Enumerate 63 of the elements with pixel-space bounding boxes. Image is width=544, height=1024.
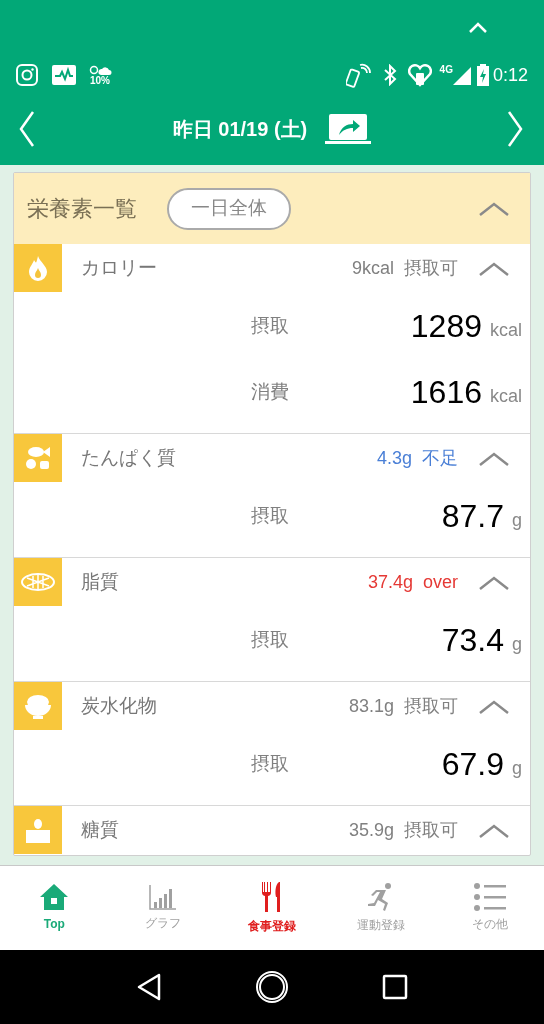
precipitation-text: 10% — [90, 76, 110, 86]
amount-value: 67.9 — [441, 745, 504, 784]
nutrient-status: 35.9g 摂取可 — [348, 819, 458, 842]
back-icon[interactable] — [136, 973, 163, 1001]
signal-icon — [452, 65, 471, 85]
bar-chart-icon — [149, 884, 178, 910]
home-icon — [39, 883, 70, 911]
recents-icon[interactable] — [381, 974, 408, 1000]
nutrient-status: 9kcal 摂取可 — [351, 257, 458, 280]
network-type-text: 4G — [439, 63, 453, 77]
amount-label: 摂取 — [251, 627, 289, 652]
home-circle-icon[interactable] — [255, 970, 289, 1004]
phone-nfc-icon — [345, 62, 372, 88]
nutrient-status: 83.1g 摂取可 — [348, 695, 458, 718]
nutrient-status: 37.4g over — [367, 571, 458, 594]
amount-unit: kcal — [490, 318, 522, 342]
nutrient-name: 糖質 — [81, 818, 119, 843]
fork-knife-icon — [261, 881, 283, 913]
nav-tab[interactable]: 食事登録 — [217, 866, 327, 950]
amount-label: 摂取 — [251, 751, 289, 776]
nav-tab[interactable]: Top — [0, 866, 109, 950]
weather-icon — [88, 64, 112, 76]
collapse-chevron-icon[interactable] — [478, 698, 510, 715]
nutrient-name: カロリー — [81, 256, 157, 281]
panel-title: 栄養素一覧 — [27, 195, 137, 223]
scope-button[interactable]: 一日全体 — [167, 187, 291, 230]
collapse-chevron-icon[interactable] — [478, 574, 510, 591]
amount-label: 消費 — [251, 379, 289, 404]
collapse-chevron-icon[interactable] — [478, 822, 510, 839]
list-icon — [473, 883, 506, 911]
amount-label: 摂取 — [251, 313, 289, 338]
food-icon — [23, 444, 53, 472]
amount-unit: g — [512, 632, 522, 656]
nutrient-name: 炭水化物 — [81, 694, 157, 719]
activity-icon — [52, 65, 76, 85]
share-laptop-icon[interactable] — [325, 113, 372, 145]
collapse-chevron-icon[interactable] — [478, 260, 510, 277]
nutrient-name: たんぱく質 — [81, 446, 176, 471]
rice-bowl-icon — [23, 693, 53, 719]
date-title: 昨日 01/19 (土) — [172, 117, 308, 142]
collapse-chevron-icon[interactable] — [478, 200, 510, 217]
nav-tab[interactable]: その他 — [435, 866, 544, 950]
amount-value: 73.4 — [441, 621, 504, 660]
battery-charging-icon — [476, 64, 489, 86]
amount-unit: g — [512, 508, 522, 532]
nutrient-status: 4.3g 不足 — [376, 447, 458, 470]
clock-text: 0:12 — [492, 63, 528, 87]
flame-icon — [27, 255, 49, 281]
heart-phone-icon — [407, 63, 432, 87]
nav-tab[interactable]: 運動登録 — [326, 866, 436, 950]
cake-icon — [26, 817, 50, 843]
food-icon — [21, 572, 55, 592]
nutrient-name: 脂質 — [81, 570, 119, 595]
amount-label: 摂取 — [251, 503, 289, 528]
amount-unit: kcal — [490, 384, 522, 408]
amount-value: 1289 — [410, 307, 482, 346]
amount-value: 1616 — [410, 373, 482, 412]
amount-value: 87.7 — [441, 497, 504, 536]
collapse-chevron-icon[interactable] — [478, 450, 510, 467]
camera-app-icon — [16, 64, 38, 86]
caret-up-icon[interactable] — [468, 22, 488, 34]
nav-tab[interactable]: グラフ — [108, 866, 218, 950]
amount-unit: g — [512, 756, 522, 780]
